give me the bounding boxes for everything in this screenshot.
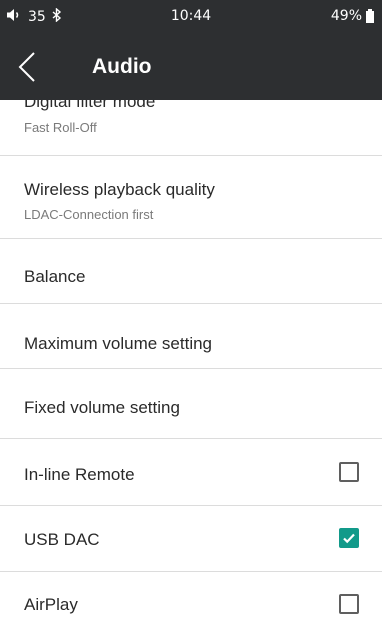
setting-fixed-volume[interactable]: Fixed volume setting	[0, 369, 382, 439]
back-chevron-icon	[18, 52, 35, 82]
in-line-remote-checkbox[interactable]	[339, 462, 359, 482]
setting-subtitle: LDAC-Connection first	[24, 207, 154, 222]
setting-title: In-line Remote	[24, 465, 135, 484]
status-right: 49%	[331, 8, 374, 24]
clock: 10:44	[170, 8, 212, 24]
setting-digital-filter-mode[interactable]: Digital filter mode Fast Roll-Off	[0, 100, 382, 156]
setting-airplay[interactable]: AirPlay	[0, 572, 382, 637]
setting-title: Maximum volume setting	[24, 334, 213, 353]
setting-subtitle: Fast Roll-Off	[24, 120, 97, 135]
setting-in-line-remote[interactable]: In-line Remote	[0, 439, 382, 506]
back-button[interactable]	[14, 50, 48, 84]
setting-wireless-playback-quality[interactable]: Wireless playback quality LDAC-Connectio…	[0, 156, 382, 239]
setting-balance[interactable]: Balance	[0, 239, 382, 304]
setting-title: Digital filter mode	[24, 100, 156, 111]
setting-title: Wireless playback quality	[24, 180, 215, 199]
setting-title: USB DAC	[24, 530, 100, 549]
battery-icon	[366, 8, 374, 23]
airplay-checkbox[interactable]	[339, 594, 359, 614]
setting-title: AirPlay	[24, 595, 78, 614]
status-bar: 35 10:44 49%	[0, 0, 382, 34]
setting-maximum-volume[interactable]: Maximum volume setting	[0, 304, 382, 369]
setting-usb-dac[interactable]: USB DAC	[0, 506, 382, 572]
settings-list: Digital filter mode Fast Roll-Off Wirele…	[0, 100, 382, 637]
check-icon	[343, 533, 355, 544]
app-bar: Audio	[0, 34, 382, 100]
setting-title: Fixed volume setting	[24, 398, 180, 417]
usb-dac-checkbox[interactable]	[339, 528, 359, 548]
setting-title: Balance	[24, 267, 86, 286]
battery-percent: 49%	[330, 8, 362, 24]
page-title: Audio	[92, 55, 152, 78]
